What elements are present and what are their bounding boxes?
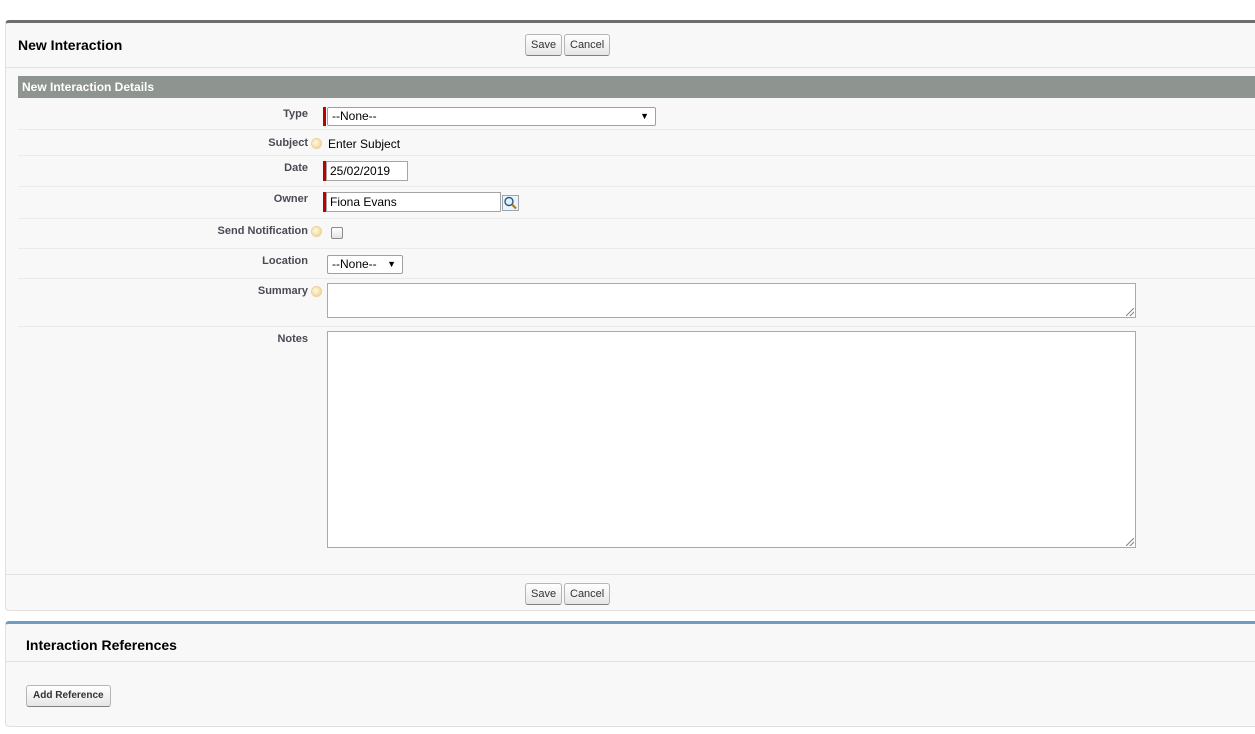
type-label: Type: [283, 108, 308, 120]
type-select[interactable]: --None-- ▼: [327, 107, 656, 126]
send-notification-label: Send Notification: [217, 225, 308, 237]
help-bubble-icon[interactable]: [311, 286, 322, 297]
help-bubble-icon[interactable]: [311, 226, 322, 237]
send-notification-checkbox[interactable]: [331, 227, 343, 239]
row-divider: [18, 129, 1255, 130]
magnifier-lookup-icon[interactable]: [502, 195, 519, 211]
summary-textarea[interactable]: [327, 283, 1136, 318]
date-input[interactable]: 25/02/2019: [326, 161, 408, 181]
row-divider: [18, 278, 1255, 279]
page-header: New Interaction Save Cancel: [6, 23, 1255, 68]
row-divider: [18, 186, 1255, 187]
owner-input[interactable]: Fiona Evans: [326, 192, 501, 212]
references-title: Interaction References: [26, 637, 177, 653]
interaction-references-panel: Interaction References Add Reference: [5, 621, 1255, 727]
cancel-button-bottom[interactable]: Cancel: [564, 583, 611, 605]
row-divider: [18, 326, 1255, 327]
location-label: Location: [262, 255, 308, 267]
add-reference-button[interactable]: Add Reference: [26, 685, 111, 707]
dropdown-arrow-icon: ▼: [387, 259, 396, 269]
date-label: Date: [284, 162, 308, 174]
notes-label: Notes: [277, 333, 308, 345]
cancel-button-top[interactable]: Cancel: [564, 34, 611, 56]
row-divider: [18, 248, 1255, 249]
footer-divider: [6, 574, 1255, 575]
resize-grip-icon[interactable]: [1126, 538, 1134, 546]
new-interaction-panel: New Interaction Save Cancel New Interact…: [5, 20, 1255, 611]
page-title: New Interaction: [18, 37, 123, 53]
notes-textarea[interactable]: [327, 331, 1136, 548]
type-select-value: --None--: [332, 109, 377, 123]
save-button-top[interactable]: Save: [525, 34, 563, 56]
type-required-indicator: [323, 107, 326, 126]
resize-grip-icon[interactable]: [1126, 308, 1134, 316]
owner-label: Owner: [273, 193, 308, 205]
help-bubble-icon[interactable]: [311, 138, 322, 149]
location-select-value: --None--: [332, 257, 377, 271]
section-header: New Interaction Details: [18, 76, 1255, 98]
row-divider: [18, 155, 1255, 156]
location-select[interactable]: --None-- ▼: [327, 255, 403, 274]
references-divider: [6, 661, 1255, 662]
summary-label: Summary: [257, 285, 308, 297]
subject-label: Subject: [268, 137, 308, 149]
row-divider: [18, 218, 1255, 219]
dropdown-arrow-icon: ▼: [640, 111, 649, 121]
subject-value[interactable]: Enter Subject: [328, 137, 400, 151]
save-button-bottom[interactable]: Save: [525, 583, 563, 605]
